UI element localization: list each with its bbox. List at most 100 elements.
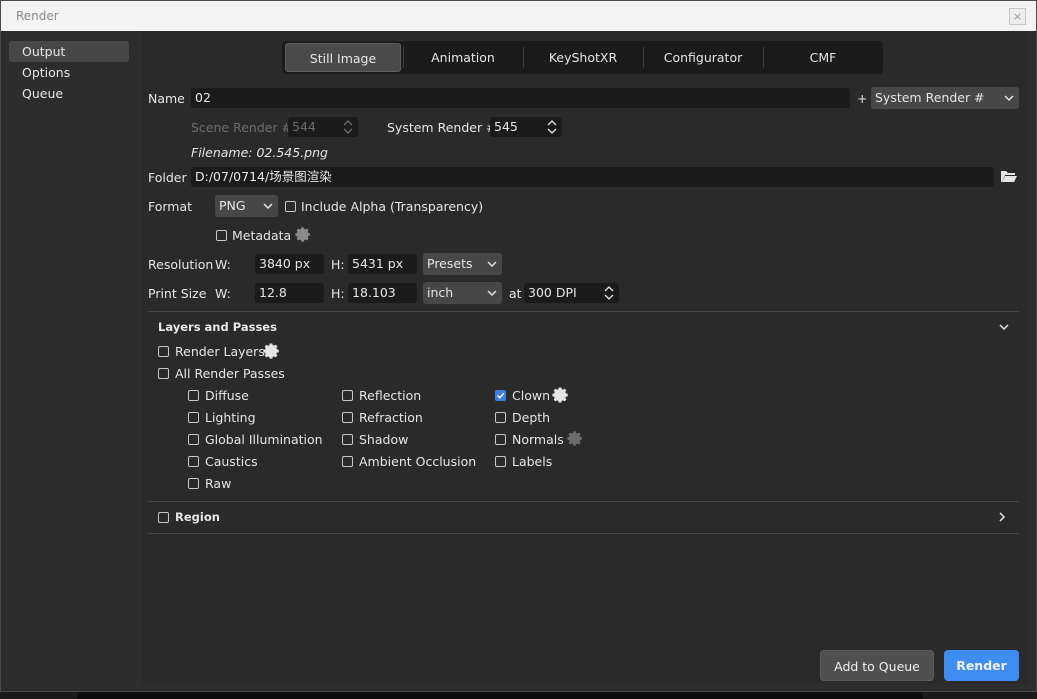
- pass-depth-label: Depth: [512, 410, 551, 425]
- pass-shadow-checkbox[interactable]: [342, 434, 353, 445]
- tab-still-image[interactable]: Still Image: [285, 43, 401, 72]
- pass-labels-checkbox[interactable]: [495, 456, 506, 467]
- resolution-width-input[interactable]: 3840 px: [255, 254, 324, 274]
- layers-passes-header[interactable]: Layers and Passes: [158, 320, 277, 334]
- scene-render-stepper[interactable]: [338, 117, 358, 137]
- region-checkbox[interactable]: [158, 512, 169, 523]
- window-title: Render: [16, 9, 59, 23]
- presets-select[interactable]: Presets: [423, 253, 502, 275]
- pass-clown-checkbox[interactable]: [495, 390, 506, 401]
- name-suffix-value: System Render #: [875, 90, 985, 105]
- dpi-input[interactable]: 300 DPI: [524, 283, 599, 303]
- sidebar: Output Options Queue: [9, 31, 129, 693]
- pass-depth-checkbox[interactable]: [495, 412, 506, 423]
- unit-select[interactable]: inch: [423, 282, 502, 304]
- pass-ambient-occlusion-checkbox[interactable]: [342, 456, 353, 467]
- filename-text: Filename: 02.545.png: [191, 145, 328, 160]
- pass-normals-label: Normals: [512, 432, 564, 447]
- add-to-queue-button[interactable]: Add to Queue: [820, 650, 934, 681]
- format-value: PNG: [219, 198, 246, 213]
- pass-global-illumination-checkbox[interactable]: [188, 434, 199, 445]
- divider: [148, 533, 1019, 534]
- tab-keyshotxr[interactable]: KeyShotXR: [524, 43, 642, 72]
- chevron-down-icon: [487, 290, 497, 297]
- render-layers-label: Render Layers: [175, 344, 265, 359]
- unit-value: inch: [427, 285, 454, 300]
- gear-icon[interactable]: [295, 226, 312, 243]
- print-height-input[interactable]: 18.103: [348, 283, 417, 303]
- res-w-label: W:: [215, 257, 231, 272]
- chevron-down-icon[interactable]: [998, 321, 1010, 333]
- pass-caustics-checkbox[interactable]: [188, 456, 199, 467]
- pass-clown-label: Clown: [512, 388, 550, 403]
- metadata-label: Metadata: [232, 228, 292, 243]
- include-alpha-label: Include Alpha (Transparency): [301, 199, 484, 214]
- print-size-label: Print Size: [148, 286, 207, 301]
- render-layers-checkbox[interactable]: [158, 346, 169, 357]
- render-button[interactable]: Render: [944, 650, 1019, 681]
- pass-lighting-label: Lighting: [205, 410, 256, 425]
- gear-icon[interactable]: [263, 342, 281, 360]
- tab-cmf[interactable]: CMF: [764, 43, 882, 72]
- res-h-label: H:: [331, 257, 345, 272]
- pass-raw-checkbox[interactable]: [188, 478, 199, 489]
- name-input[interactable]: 02: [191, 88, 850, 108]
- at-label: at: [509, 286, 522, 301]
- folder-open-icon[interactable]: [1000, 168, 1018, 184]
- divider: [148, 501, 1019, 502]
- scene-render-input[interactable]: 544: [288, 117, 338, 137]
- pass-reflection-label: Reflection: [359, 388, 422, 403]
- chevron-down-icon: [263, 203, 273, 210]
- pass-reflection-checkbox[interactable]: [342, 390, 353, 401]
- system-render-stepper[interactable]: [542, 117, 562, 137]
- tab-configurator[interactable]: Configurator: [644, 43, 762, 72]
- presets-value: Presets: [427, 256, 473, 271]
- scene-render-label: Scene Render #: [191, 120, 293, 135]
- dpi-stepper[interactable]: [599, 283, 619, 303]
- gear-icon[interactable]: [552, 386, 570, 404]
- close-icon[interactable]: ×: [1009, 8, 1026, 25]
- chevron-down-icon: [1004, 95, 1014, 102]
- format-select[interactable]: PNG: [215, 195, 278, 217]
- folder-input[interactable]: D:/07/0714/场景图渲染: [191, 167, 994, 187]
- pass-raw-label: Raw: [205, 476, 232, 491]
- pass-refraction-checkbox[interactable]: [342, 412, 353, 423]
- format-label: Format: [148, 199, 193, 214]
- print-width-input[interactable]: 12.8: [255, 283, 324, 303]
- pass-labels-label: Labels: [512, 454, 553, 469]
- pass-diffuse-checkbox[interactable]: [188, 390, 199, 401]
- gear-icon[interactable]: [567, 430, 584, 447]
- pass-global-illumination-label: Global Illumination: [205, 432, 323, 447]
- system-render-input[interactable]: 545: [490, 117, 542, 137]
- tab-animation[interactable]: Animation: [404, 43, 522, 72]
- name-label: Name: [148, 91, 185, 106]
- pass-caustics-label: Caustics: [205, 454, 258, 469]
- pass-normals-checkbox[interactable]: [495, 434, 506, 445]
- region-header[interactable]: Region: [175, 510, 220, 524]
- name-suffix-select[interactable]: System Render #: [871, 87, 1019, 109]
- sidebar-item-options[interactable]: Options: [9, 62, 129, 83]
- resolution-label: Resolution: [148, 257, 214, 272]
- pass-lighting-checkbox[interactable]: [188, 412, 199, 423]
- plus-label: +: [857, 91, 868, 106]
- all-render-passes-checkbox[interactable]: [158, 368, 169, 379]
- print-w-label: W:: [215, 286, 231, 301]
- pass-shadow-label: Shadow: [359, 432, 409, 447]
- print-h-label: H:: [331, 286, 345, 301]
- divider: [148, 311, 1019, 312]
- all-render-passes-label: All Render Passes: [175, 366, 285, 381]
- chevron-down-icon: [487, 261, 497, 268]
- pass-ambient-occlusion-label: Ambient Occlusion: [359, 454, 477, 469]
- sidebar-item-output[interactable]: Output: [9, 41, 129, 62]
- check-icon: [496, 392, 505, 399]
- system-render-label: System Render #: [387, 120, 497, 135]
- title-bar: Render ×: [1, 1, 1036, 31]
- pass-diffuse-label: Diffuse: [205, 388, 249, 403]
- folder-label: Folder: [148, 170, 187, 185]
- pass-refraction-label: Refraction: [359, 410, 423, 425]
- chevron-right-icon[interactable]: [996, 511, 1008, 523]
- sidebar-item-queue[interactable]: Queue: [9, 83, 129, 104]
- resolution-height-input[interactable]: 5431 px: [348, 254, 417, 274]
- include-alpha-checkbox[interactable]: [285, 201, 296, 212]
- metadata-checkbox[interactable]: [216, 230, 227, 241]
